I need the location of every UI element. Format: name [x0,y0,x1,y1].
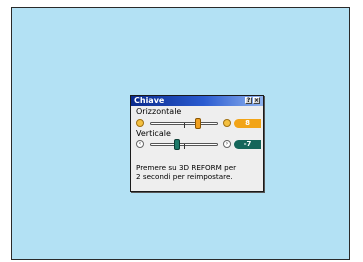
keystone-dialog: Chiave ? × Orizzontale 8 Verticale ‹ › -… [130,95,264,192]
vertical-label: Verticale [136,129,171,138]
horizontal-slider-row: 8 [136,118,261,129]
horizontal-value: 8 [234,119,261,128]
dialog-title: Chiave [134,96,165,105]
vertical-slider-thumb[interactable] [174,139,180,150]
projector-screen: Chiave ? × Orizzontale 8 Verticale ‹ › -… [11,7,350,260]
instruction-line-1: Premere su 3D REFORM per [136,163,237,172]
instruction-message: Premere su 3D REFORM per 2 secondi per r… [136,163,262,181]
arrow-right-icon[interactable]: › [223,140,231,148]
horizontal-label: Orizzontale [136,107,182,116]
arrow-left-icon[interactable]: ‹ [136,140,144,148]
instruction-line-2: 2 secondi per reimpostare. [136,172,233,181]
circle-icon[interactable] [136,119,144,127]
circle-icon[interactable] [223,119,231,127]
close-icon[interactable]: × [253,97,260,104]
vertical-slider-row: ‹ › -7 [136,139,261,150]
center-tick [184,123,185,128]
center-tick [184,144,185,149]
help-icon[interactable]: ? [245,97,252,104]
horizontal-slider-thumb[interactable] [195,118,201,129]
title-bar: Chiave ? × [131,96,263,106]
vertical-value: -7 [234,140,261,149]
